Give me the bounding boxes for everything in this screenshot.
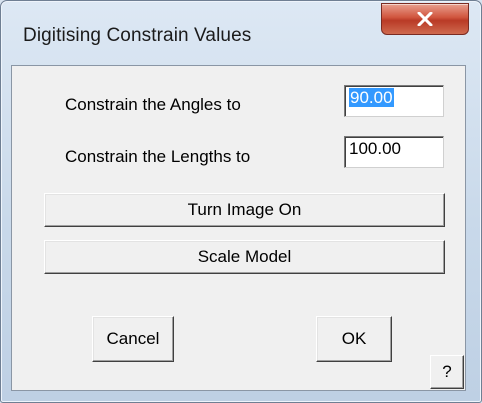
dialog-window: Digitising Constrain Values Constrain th… <box>0 0 482 403</box>
window-title: Digitising Constrain Values <box>23 25 252 46</box>
angles-label: Constrain the Angles to <box>65 95 241 114</box>
ok-button[interactable]: OK <box>316 316 392 362</box>
dialog-client-area: Constrain the Angles to 90.00 Constrain … <box>11 65 466 391</box>
help-button[interactable]: ? <box>430 355 464 389</box>
turn-image-on-button[interactable]: Turn Image On <box>44 193 445 227</box>
close-button[interactable] <box>381 3 469 35</box>
close-icon <box>417 12 433 26</box>
lengths-value: 100.00 <box>349 139 401 158</box>
lengths-label: Constrain the Lengths to <box>65 147 251 166</box>
lengths-input[interactable]: 100.00 <box>344 136 444 168</box>
cancel-button[interactable]: Cancel <box>92 316 174 362</box>
angles-input[interactable]: 90.00 <box>344 85 444 117</box>
angles-value: 90.00 <box>349 88 394 107</box>
scale-model-button[interactable]: Scale Model <box>44 240 445 274</box>
